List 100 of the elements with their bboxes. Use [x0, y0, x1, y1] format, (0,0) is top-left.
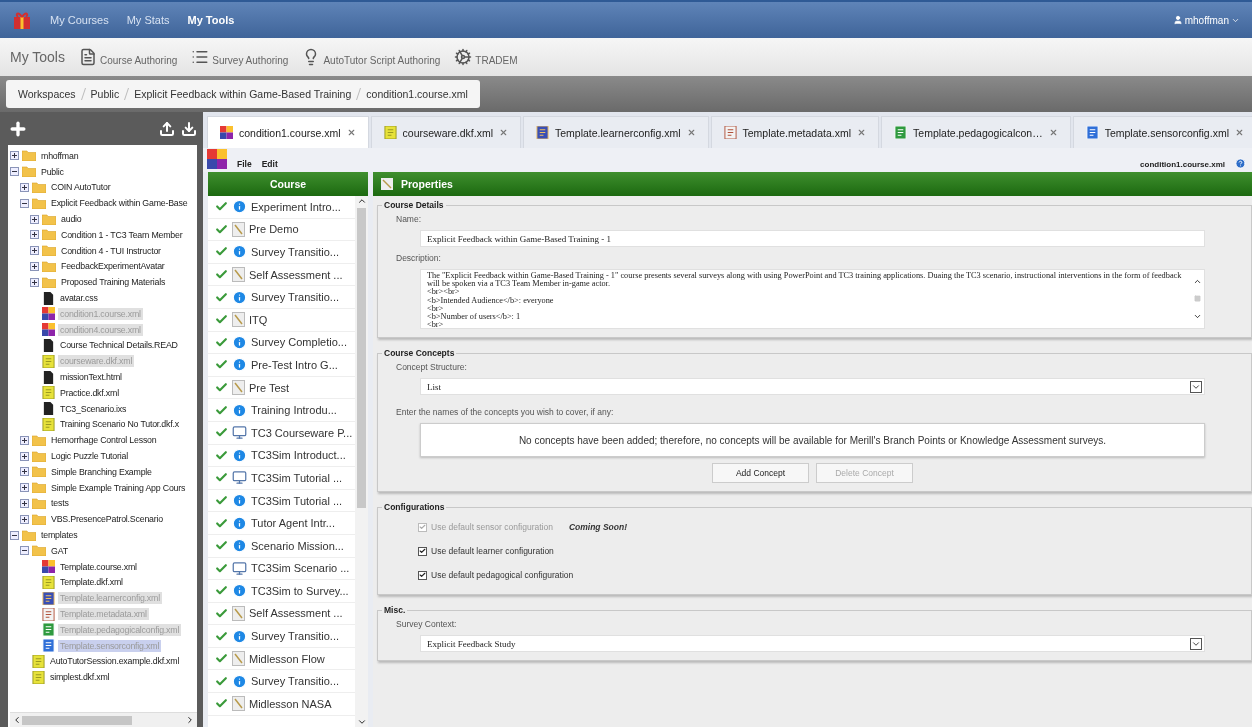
- course-object[interactable]: Self Assessment ...: [208, 263, 355, 287]
- expand-icon[interactable]: [20, 467, 29, 477]
- nav-link[interactable]: My Courses: [50, 14, 109, 26]
- survey-context-dropdown[interactable]: Explicit Feedback Study: [420, 635, 1205, 652]
- expand-icon[interactable]: [20, 451, 29, 461]
- structure-dropdown[interactable]: List: [420, 378, 1205, 395]
- folder-name[interactable]: FeedbackExperimentAvatar: [59, 260, 167, 273]
- course-object[interactable]: Survey Transitio...: [208, 670, 355, 694]
- file-name[interactable]: missionText.html: [58, 371, 124, 384]
- course-object[interactable]: Midlesson NASA: [208, 693, 355, 716]
- folder-name[interactable]: Explicit Feedback within Game-Base: [49, 197, 190, 210]
- course-object[interactable]: Survey Transitio...: [208, 625, 355, 648]
- collapse-icon[interactable]: [20, 198, 29, 208]
- close-icon[interactable]: [1234, 128, 1244, 137]
- name-field[interactable]: Explicit Feedback within Game-Based Training - 1: [420, 230, 1205, 247]
- expand-icon[interactable]: [20, 435, 29, 445]
- description-field[interactable]: [420, 269, 1205, 329]
- folder-name[interactable]: Simple Branching Example: [49, 465, 154, 478]
- editor-tab[interactable]: courseware.dkf.xml: [370, 116, 521, 148]
- expand-icon[interactable]: [20, 514, 29, 524]
- close-icon[interactable]: [857, 128, 867, 137]
- scroll-up-icon[interactable]: [356, 196, 367, 206]
- concept-button[interactable]: Add Concept: [712, 463, 809, 483]
- user-menu[interactable]: mhoffman: [1184, 14, 1229, 26]
- checkbox[interactable]: [418, 546, 427, 556]
- file-name[interactable]: avatar.css: [58, 292, 100, 305]
- folder-name[interactable]: VBS.PresencePatrol.Scenario: [49, 513, 165, 526]
- course-object[interactable]: Scenario Mission...: [208, 534, 355, 558]
- course-object[interactable]: TC3 Courseware P...: [208, 421, 355, 445]
- expand-icon[interactable]: [30, 277, 39, 287]
- course-object[interactable]: Self Assessment ...: [208, 602, 355, 626]
- course-object[interactable]: TC3Sim to Survey...: [208, 580, 355, 603]
- expand-icon[interactable]: [20, 183, 29, 192]
- course-object[interactable]: TC3Sim Tutorial ...: [208, 489, 355, 513]
- folder-name[interactable]: Condition 1 - TC3 Team Member: [59, 228, 185, 241]
- folder-name[interactable]: GAT: [49, 544, 70, 557]
- folder-name[interactable]: COIN AutoTutor: [49, 181, 113, 194]
- course-object[interactable]: Survey Completio...: [208, 331, 355, 355]
- folder-name[interactable]: audio: [59, 213, 84, 226]
- expand-icon[interactable]: [20, 483, 29, 493]
- course-object[interactable]: Experiment Intro...: [208, 196, 355, 219]
- course-object[interactable]: TC3Sim Introduct...: [208, 444, 355, 468]
- checkbox[interactable]: [418, 570, 427, 580]
- course-object[interactable]: Survey Transitio...: [208, 241, 355, 264]
- close-icon[interactable]: [499, 128, 508, 137]
- menu-item[interactable]: File: [237, 159, 252, 169]
- file-name[interactable]: Template.course.xml: [58, 560, 139, 573]
- download-icon[interactable]: [181, 120, 197, 137]
- file-name[interactable]: simplest.dkf.xml: [48, 671, 112, 684]
- editor-tab[interactable]: condition1.course.xml: [207, 116, 369, 148]
- scroll-left-icon[interactable]: [12, 715, 22, 725]
- expand-icon[interactable]: [30, 261, 39, 271]
- course-object[interactable]: Tutor Agent Intr...: [208, 512, 355, 535]
- editor-tab[interactable]: Template.pedagogicalcon…: [881, 116, 1071, 148]
- breadcrumb-link[interactable]: condition1.course.xml: [366, 88, 468, 100]
- expand-icon[interactable]: [30, 214, 39, 224]
- file-name[interactable]: Template.dkf.xml: [58, 576, 125, 589]
- file-name[interactable]: Training Scenario No Tutor.dkf.x: [58, 418, 181, 431]
- folder-name[interactable]: Hemorrhage Control Lesson: [49, 434, 159, 447]
- course-object[interactable]: Pre-Test Intro G...: [208, 354, 355, 377]
- horizontal-scrollbar[interactable]: [10, 712, 197, 727]
- scroll-thumb[interactable]: [1193, 295, 1201, 303]
- tool-link[interactable]: Survey Authoring: [191, 48, 289, 66]
- expand-icon[interactable]: [30, 230, 39, 240]
- tool-link[interactable]: Course Authoring: [79, 48, 178, 66]
- close-icon[interactable]: [1048, 128, 1058, 137]
- file-name[interactable]: AutoTutorSession.example.dkf.xml: [48, 655, 182, 668]
- course-object[interactable]: Training Introdu...: [208, 399, 355, 422]
- nav-link[interactable]: My Tools: [187, 14, 235, 26]
- folder-name[interactable]: Logic Puzzle Tutorial: [49, 450, 130, 463]
- course-object[interactable]: Pre Test: [208, 376, 355, 400]
- gift-logo[interactable]: [12, 10, 32, 30]
- folder-name[interactable]: Proposed Training Materials: [59, 276, 168, 289]
- expand-icon[interactable]: [30, 246, 39, 256]
- course-object[interactable]: Survey Transitio...: [208, 286, 355, 309]
- nav-link[interactable]: My Stats: [126, 14, 170, 26]
- tool-link[interactable]: AutoTutor Script Authoring: [302, 48, 441, 66]
- collapse-icon[interactable]: [20, 546, 29, 556]
- folder-name[interactable]: templates: [39, 529, 80, 541]
- scroll-down-icon[interactable]: [356, 717, 367, 727]
- file-name[interactable]: Course Technical Details.READ: [58, 339, 180, 352]
- close-icon[interactable]: [686, 128, 696, 137]
- close-icon[interactable]: [346, 128, 356, 137]
- vertical-scrollbar[interactable]: [355, 196, 368, 727]
- collapse-icon[interactable]: [10, 530, 19, 540]
- course-object[interactable]: TC3Sim Scenario ...: [208, 557, 355, 581]
- course-object[interactable]: ITQ: [208, 308, 355, 332]
- expand-icon[interactable]: [10, 151, 19, 161]
- course-object[interactable]: Midlesson Flow: [208, 647, 355, 671]
- expand-icon[interactable]: [20, 498, 29, 508]
- upload-icon[interactable]: [159, 120, 175, 137]
- scroll-right-icon[interactable]: [185, 715, 195, 725]
- editor-tab[interactable]: Template.learnerconfig.xml: [523, 116, 709, 148]
- file-name[interactable]: Practice.dkf.xml: [58, 386, 121, 399]
- course-object[interactable]: Pre Demo: [208, 218, 355, 242]
- breadcrumb-link[interactable]: Public: [90, 88, 120, 100]
- course-object[interactable]: TC3Sim Tutorial ...: [208, 467, 355, 490]
- folder-name[interactable]: Public: [39, 165, 66, 178]
- help-icon[interactable]: [1235, 158, 1246, 169]
- editor-tab[interactable]: Template.metadata.xml: [710, 116, 880, 148]
